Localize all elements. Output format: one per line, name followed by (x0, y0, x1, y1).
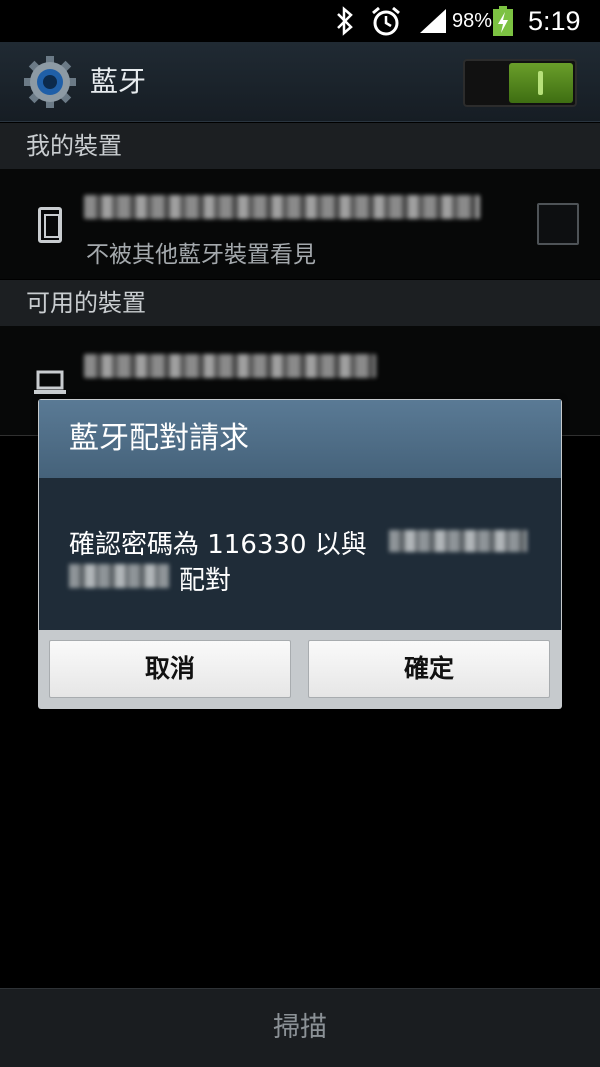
list-item-my-device[interactable]: 不被其他藍牙裝置看見 (0, 169, 600, 279)
redacted-device-name (389, 530, 527, 552)
pairing-request-dialog: 藍牙配對請求 確認密碼為 116330 以與 配對 取消 確定 (38, 399, 562, 709)
bluetooth-icon (334, 0, 356, 42)
alarm-icon (370, 0, 404, 42)
dialog-message-suffix: 配對 (179, 566, 232, 596)
section-header-my-device: 我的裝置 (0, 123, 600, 169)
confirm-button[interactable]: 確定 (308, 640, 550, 698)
signal-icon (418, 0, 450, 42)
redacted-device-name (69, 564, 169, 588)
settings-gear-icon[interactable] (22, 54, 78, 110)
status-bar: 98% 5:19 (0, 0, 600, 42)
dialog-title-bar: 藍牙配對請求 (39, 400, 561, 478)
battery-charging-icon (492, 0, 514, 42)
dialog-title: 藍牙配對請求 (69, 421, 249, 456)
dialog-button-bar: 取消 確定 (39, 630, 561, 708)
scan-button[interactable]: 掃描 (0, 989, 600, 1067)
section-header-label: 我的裝置 (26, 132, 122, 160)
clock-time: 5:19 (528, 5, 581, 36)
bluetooth-toggle[interactable] (463, 59, 577, 107)
phone-icon (38, 207, 62, 243)
cancel-button[interactable]: 取消 (49, 640, 291, 698)
laptop-icon (34, 370, 66, 396)
visibility-status: 不被其他藍牙裝置看見 (86, 242, 316, 268)
section-header-available-devices: 可用的裝置 (0, 280, 600, 326)
action-bar: 藍牙 (0, 42, 600, 122)
toggle-on-indicator (509, 63, 573, 103)
page-title: 藍牙 (90, 65, 147, 98)
dialog-body: 確認密碼為 116330 以與 配對 (39, 478, 561, 630)
redacted-device-name (84, 195, 480, 219)
battery-percent: 98% (452, 9, 493, 32)
bottom-bar: 掃描 (0, 988, 600, 1067)
redacted-device-name (84, 354, 376, 378)
visibility-checkbox[interactable] (537, 203, 579, 245)
dialog-message: 確認密碼為 116330 以與 (69, 530, 367, 560)
section-header-label: 可用的裝置 (26, 289, 146, 317)
